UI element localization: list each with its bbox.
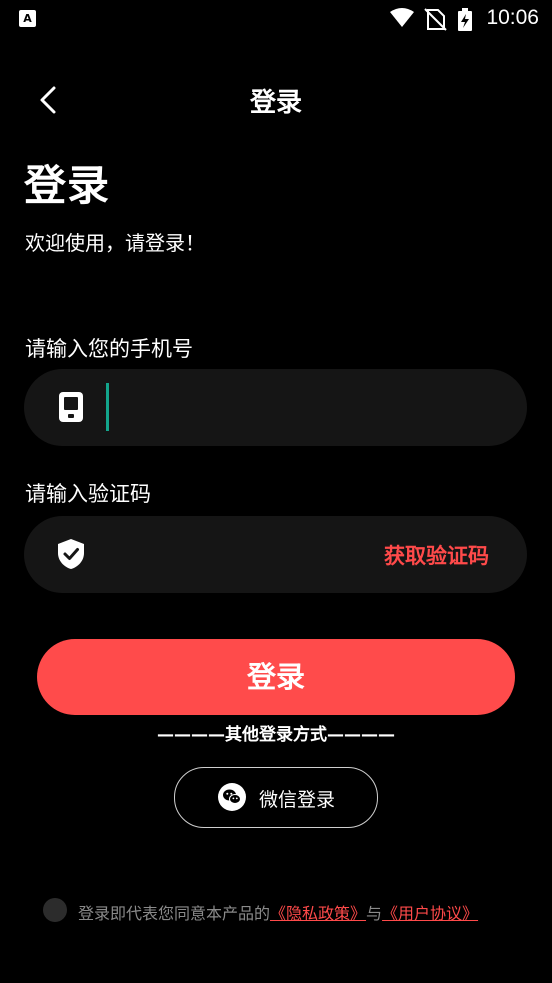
agreement-checkbox[interactable] (43, 898, 67, 922)
login-button[interactable]: 登录 (37, 639, 515, 715)
phone-input[interactable] (24, 369, 527, 446)
user-agreement-link[interactable]: 《用户协议》 (382, 904, 478, 923)
wechat-login-label: 微信登录 (259, 789, 336, 811)
wifi-icon (390, 8, 414, 27)
get-code-button[interactable]: 获取验证码 (384, 540, 489, 570)
wechat-icon (218, 783, 246, 811)
agreement-text: 登录即代表您同意本产品的《隐私政策》与《用户协议》 (78, 900, 478, 924)
privacy-policy-link[interactable]: 《隐私政策》 (270, 904, 366, 923)
agreement-middle: 与 (366, 904, 383, 923)
app-notification-icon: A (19, 10, 36, 27)
wechat-login-button[interactable]: 微信登录 (174, 767, 378, 828)
clock: 10:06 (486, 6, 539, 29)
nav-title: 登录 (249, 88, 302, 118)
phone-label: 请输入您的手机号 (25, 337, 193, 361)
battery-charging-icon (458, 8, 472, 31)
code-label: 请输入验证码 (25, 482, 151, 506)
text-cursor (106, 383, 109, 431)
top-navigation-bar: 登录 (0, 72, 552, 128)
shield-check-icon (56, 538, 86, 570)
other-login-methods-divider: ————其他登录方式———— (157, 725, 395, 745)
code-input[interactable]: 获取验证码 (24, 516, 527, 593)
phone-icon (56, 391, 86, 423)
agreement-prefix: 登录即代表您同意本产品的 (78, 904, 271, 923)
agreement-row: 登录即代表您同意本产品的《隐私政策》与《用户协议》 (43, 897, 543, 923)
status-icons (388, 6, 480, 31)
welcome-text: 欢迎使用，请登录！ (25, 231, 205, 255)
page-title: 登录 (24, 161, 111, 210)
no-sim-icon (424, 8, 447, 31)
status-bar: A 10:06 (0, 0, 552, 38)
